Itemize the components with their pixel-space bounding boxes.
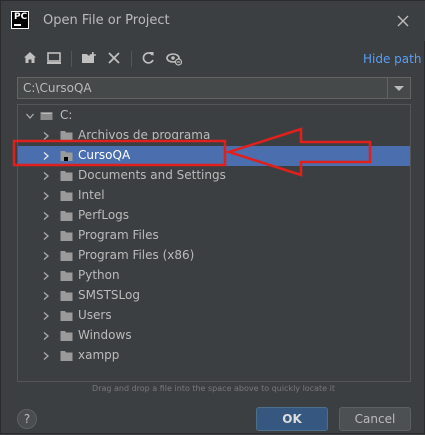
chevron-right-icon[interactable] [42,292,50,300]
tree-item[interactable]: SMSTSLog [18,286,410,306]
refresh-button[interactable] [139,49,157,67]
folder-icon [60,211,73,221]
folder-icon [60,271,73,281]
new-folder-icon [82,52,96,63]
tree-item-label: Python [78,268,120,282]
home-button[interactable] [21,49,39,67]
tree-item-label: Users [78,308,112,322]
folder-icon [60,251,73,261]
delete-button[interactable] [105,49,123,67]
app-logo-text: PC [14,12,28,22]
tree-item[interactable]: CursoQA [18,146,410,166]
open-file-dialog: PC Open File or Project Hide path C:\Cur… [0,0,425,434]
tree-item-label: Windows [78,328,132,342]
close-button[interactable] [395,13,411,29]
folder-icon [60,331,73,341]
tree-item[interactable]: PerfLogs [18,206,410,226]
tree-item[interactable]: Python [18,266,410,286]
desktop-icon [47,52,61,64]
folder-icon [60,231,73,241]
path-history-dropdown[interactable] [387,78,410,98]
tree-root-label: C: [60,108,73,122]
tree-item[interactable]: Documents and Settings [18,166,410,186]
folder-icon [60,131,73,141]
tree-item[interactable]: xampp [18,346,410,366]
chevron-right-icon[interactable] [42,212,50,220]
dialog-title: Open File or Project [43,13,170,28]
chevron-right-icon[interactable] [42,152,50,160]
cancel-button[interactable]: Cancel [339,407,411,431]
chevron-down-icon [394,86,404,91]
tree-item-label: PerfLogs [78,208,130,222]
folder-icon [60,351,73,361]
chevron-right-icon[interactable] [42,192,50,200]
folder-icon [60,171,73,181]
tree-item[interactable]: Program Files (x86) [18,246,410,266]
chevron-down-icon [26,113,34,119]
chevron-right-icon[interactable] [42,312,50,320]
chevron-right-icon[interactable] [42,232,50,240]
tree-item[interactable]: Windows [18,326,410,346]
folder-icon [60,311,73,321]
tree-item-label: CursoQA [78,148,131,162]
tree-item-label: Program Files [78,228,159,242]
help-button[interactable]: ? [17,409,37,429]
desktop-button[interactable] [45,49,63,67]
drop-hint: Drag and drop a file into the space abov… [92,384,335,393]
pycharm-logo-icon: PC [11,11,29,29]
chevron-right-icon[interactable] [42,252,50,260]
tree-item-label: Archivos de programa [78,128,211,142]
home-icon [24,52,36,63]
new-folder-button[interactable] [80,49,98,67]
delete-icon [108,52,120,64]
tree-item[interactable]: Program Files [18,226,410,246]
file-tree: C: Archivos de programa CursoQA Documents … [17,104,411,382]
refresh-icon [142,52,154,64]
hide-path-link[interactable]: Hide path [363,52,421,66]
ok-button[interactable]: OK [256,407,328,431]
tree-item-label: Documents and Settings [78,168,226,182]
title-bar: PC Open File or Project [1,1,425,41]
toolbar: Hide path [1,45,425,73]
show-hidden-icon [166,53,183,66]
tree-root[interactable]: C: [18,106,410,126]
folder-icon [60,151,73,161]
tree-item-label: xampp [78,348,120,362]
tree-item-label: Program Files (x86) [78,248,195,262]
chevron-right-icon[interactable] [42,332,50,340]
tree-item-label: Intel [78,188,105,202]
show-hidden-button[interactable] [165,49,183,67]
tree-item[interactable]: Intel [18,186,410,206]
drive-icon [40,112,53,120]
close-icon [397,15,409,27]
chevron-right-icon[interactable] [42,172,50,180]
path-input[interactable] [18,78,393,98]
folder-icon [60,191,73,201]
chevron-right-icon[interactable] [42,132,50,140]
tree-item[interactable]: Users [18,306,410,326]
tree-item-label: SMSTSLog [78,288,140,302]
chevron-right-icon[interactable] [42,352,50,360]
chevron-right-icon[interactable] [42,272,50,280]
folder-icon [60,291,73,301]
tree-item[interactable]: Archivos de programa [18,126,410,146]
path-field [17,77,411,99]
